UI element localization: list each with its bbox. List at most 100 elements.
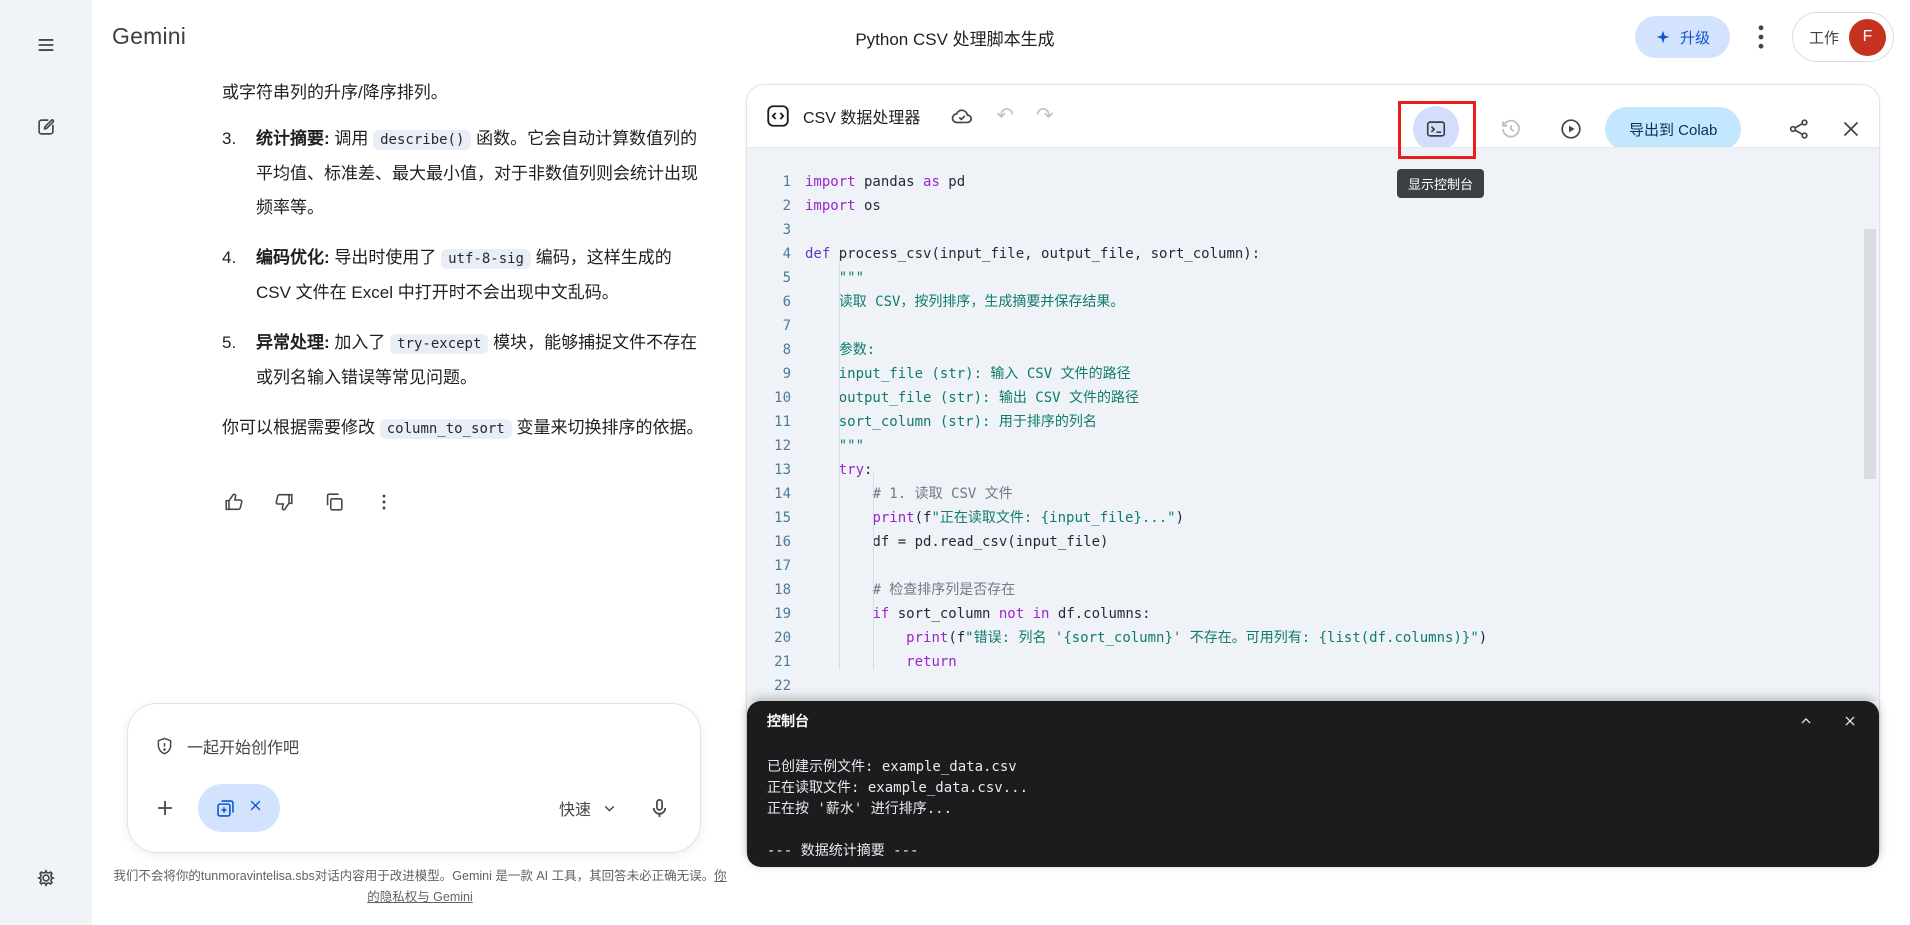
message-list-item: 3. 统计摘要: 调用 describe() 函数。它会自动计算数值列的平均值、标… xyxy=(222,122,704,225)
add-attachment-button[interactable] xyxy=(150,793,180,823)
menu-button[interactable] xyxy=(24,23,68,67)
code-line: 10 output_file (str): 输出 CSV 文件的路径 xyxy=(747,386,1879,410)
new-chat-button[interactable] xyxy=(24,105,68,149)
prompt-composer[interactable]: 一起开始创作吧 快速 xyxy=(127,703,701,853)
console-output: 已创建示例文件: example_data.csv 正在读取文件: example… xyxy=(767,757,1859,862)
message-closing-paragraph: 你可以根据需要修改 column_to_sort 变量来切换排序的依据。 xyxy=(222,411,704,446)
console-tooltip: 显示控制台 xyxy=(1397,169,1485,198)
thumbs-up-icon xyxy=(225,493,243,511)
spark-icon xyxy=(1656,30,1670,44)
prompt-input[interactable]: 一起开始创作吧 xyxy=(154,734,299,758)
line-number: 1 xyxy=(782,174,791,190)
copy-button[interactable] xyxy=(322,490,346,514)
line-number: 8 xyxy=(782,342,791,358)
model-mode-selector[interactable]: 快速 xyxy=(559,796,618,820)
code-editor[interactable]: 1 import pandas as pd 2 import os 3 4 def proc… xyxy=(747,147,1879,701)
line-text: """ xyxy=(805,270,865,286)
console-output-line: 已创建示例文件: example_data.csv xyxy=(767,759,1017,775)
message-more-button[interactable] xyxy=(372,490,396,514)
thumbs-down-button[interactable] xyxy=(272,490,296,514)
text-segment: 你可以根据需要修改 xyxy=(222,418,380,437)
canvas-chip-close-button[interactable] xyxy=(248,798,263,818)
cloud-saved-icon xyxy=(950,104,974,128)
code-line: 22 xyxy=(747,674,1879,698)
line-number: 22 xyxy=(774,678,791,694)
canvas-title: CSV 数据处理器 xyxy=(803,110,921,127)
line-number: 15 xyxy=(774,510,791,526)
line-text: def process_csv(input_file, output_file,… xyxy=(805,246,1261,262)
text-segment: 导出时使用了 xyxy=(334,248,442,267)
inline-code-chip: column_to_sort xyxy=(379,419,512,439)
header-more-button[interactable] xyxy=(1744,20,1778,54)
thumbs-up-button[interactable] xyxy=(222,490,246,514)
run-button[interactable] xyxy=(1559,117,1583,141)
privacy-text: 我们不会将你的tunmoravintelisa.sbs对话内容用于改进模型。Ge… xyxy=(113,869,715,883)
code-line: 20 print(f"错误: 列名 '{sort_column}' 不存在。可用… xyxy=(747,626,1879,650)
code-line: 8 参数: xyxy=(747,338,1879,362)
code-line: 12 """ xyxy=(747,434,1879,458)
indent-guide xyxy=(839,257,840,670)
undo-button[interactable]: ↶ xyxy=(996,104,1014,128)
code-line: 9 input_file (str): 输入 CSV 文件的路径 xyxy=(747,362,1879,386)
line-number: 16 xyxy=(774,534,791,550)
version-history-button[interactable] xyxy=(1499,117,1523,141)
code-line: 15 print(f"正在读取文件: {input_file}...") xyxy=(747,506,1879,530)
export-to-colab-button[interactable]: 导出到 Colab xyxy=(1605,107,1742,151)
code-scrollbar[interactable] xyxy=(1864,229,1876,479)
canvas-panel: CSV 数据处理器 ↶ ↷ 显示控制台 导出到 Colab 1 import p… xyxy=(746,84,1880,867)
plus-icon xyxy=(158,801,172,815)
redo-button[interactable]: ↷ xyxy=(1036,104,1054,128)
settings-button[interactable] xyxy=(24,856,68,900)
privacy-footer: 我们不会将你的tunmoravintelisa.sbs对话内容用于改进模型。Ge… xyxy=(110,866,730,908)
line-number: 12 xyxy=(774,438,791,454)
line-number: 14 xyxy=(774,486,791,502)
close-icon xyxy=(1843,121,1859,137)
console-header: 控制台 xyxy=(767,709,1863,733)
list-item-text: 编码优化: 导出时使用了 utf-8-sig 编码，这样生成的 CSV 文件在 … xyxy=(256,241,704,310)
console-collapse-button[interactable] xyxy=(1793,709,1819,733)
line-text: # 检查排序列是否存在 xyxy=(872,582,1016,598)
mic-icon xyxy=(652,798,666,817)
more-vert-icon xyxy=(382,494,386,510)
line-text: print(f"错误: 列名 '{sort_column}' 不存在。可用列有:… xyxy=(906,630,1488,646)
list-item-text: 异常处理: 加入了 try-except 模块，能够捕捉文件不存在或列名输入错误… xyxy=(256,326,704,395)
show-console-button[interactable] xyxy=(1413,106,1459,152)
line-number: 2 xyxy=(782,198,791,214)
account-switcher[interactable]: 工作 F xyxy=(1791,12,1894,62)
share-button[interactable] xyxy=(1787,117,1811,141)
code-file-icon xyxy=(765,103,791,129)
line-number: 5 xyxy=(782,270,791,286)
line-text: return xyxy=(906,654,957,670)
gear-icon xyxy=(37,869,55,887)
console-close-button[interactable] xyxy=(1837,709,1863,733)
indent-guide xyxy=(873,473,874,670)
line-number: 21 xyxy=(774,654,791,670)
upgrade-button[interactable]: 升级 xyxy=(1634,16,1730,58)
code-line: 11 sort_column (str): 用于排序的列名 xyxy=(747,410,1879,434)
console-output-line: --- 数据统计摘要 --- xyxy=(767,843,919,859)
chat-column: 或字符串列的升序/降序排列。 3. 统计摘要: 调用 describe() 函数。… xyxy=(92,0,748,925)
message-clipped-line: 或字符串列的升序/降序排列。 xyxy=(222,83,448,102)
line-text: import pandas as pd xyxy=(805,174,966,190)
code-line: 7 xyxy=(747,314,1879,338)
code-line: 3 xyxy=(747,218,1879,242)
line-text: print(f"正在读取文件: {input_file}...") xyxy=(872,510,1185,526)
line-number: 19 xyxy=(774,606,791,622)
line-number: 11 xyxy=(774,414,791,430)
new-chat-icon xyxy=(38,119,55,135)
line-number: 4 xyxy=(782,246,791,262)
microphone-button[interactable] xyxy=(644,793,674,823)
canvas-icon xyxy=(217,799,234,817)
message-list: 3. 统计摘要: 调用 describe() 函数。它会自动计算数值列的平均值、标… xyxy=(222,122,704,395)
message-list-item: 5. 异常处理: 加入了 try-except 模块，能够捕捉文件不存在或列名输入… xyxy=(222,326,704,395)
close-canvas-button[interactable] xyxy=(1839,117,1863,141)
canvas-mode-chip[interactable] xyxy=(198,784,280,832)
inline-code-chip: utf-8-sig xyxy=(441,249,531,269)
assistant-message: 或字符串列的升序/降序排列。 3. 统计摘要: 调用 describe() 函数。… xyxy=(222,0,704,514)
workspace-label: 工作 xyxy=(1808,29,1839,47)
line-number: 18 xyxy=(774,582,791,598)
inline-code-chip: try-except xyxy=(390,334,489,354)
gemini-logo[interactable]: Gemini xyxy=(112,23,186,50)
line-number: 17 xyxy=(774,558,791,574)
